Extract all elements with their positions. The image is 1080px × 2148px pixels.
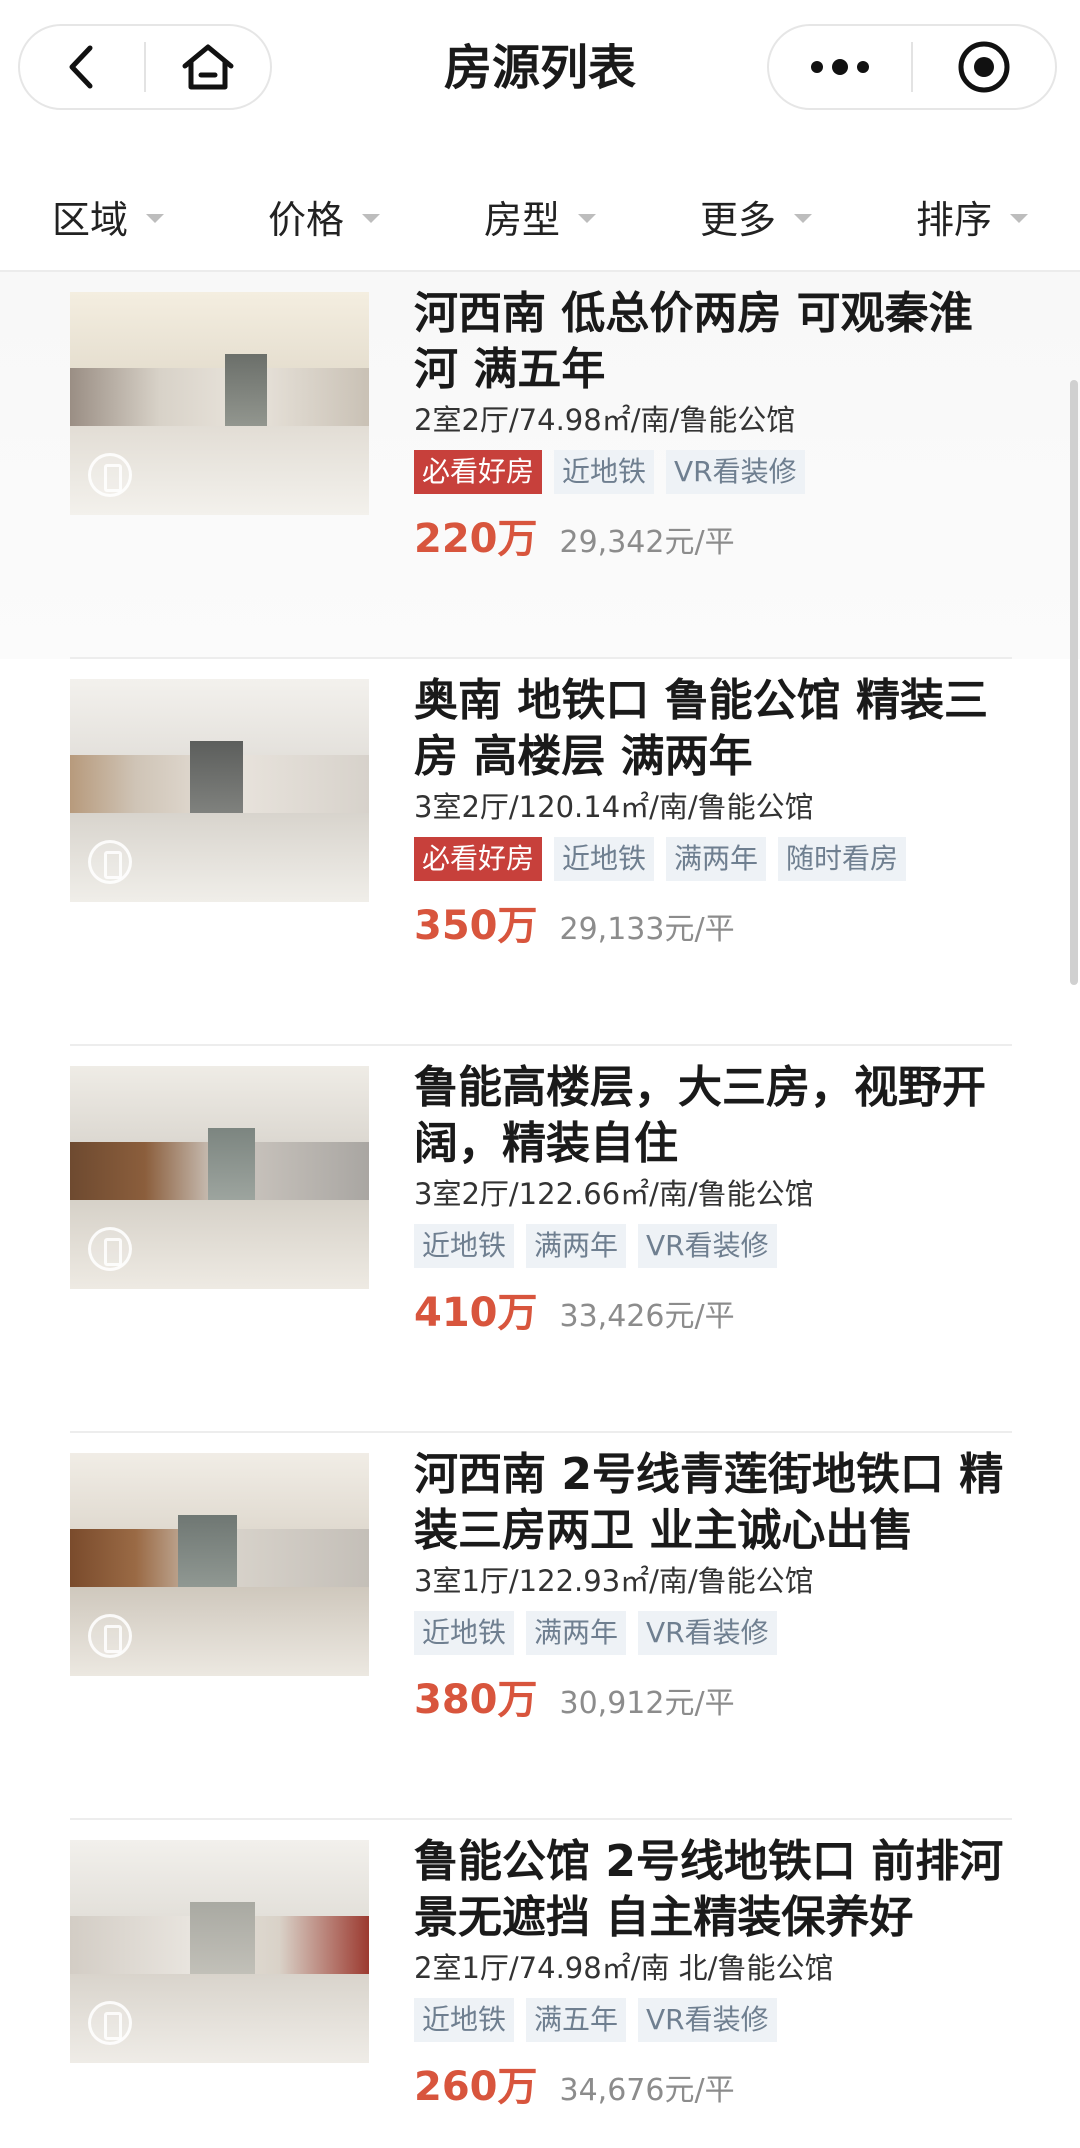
price-row: 260万 34,676元/平 xyxy=(414,2054,1014,2112)
caret-down-icon xyxy=(578,213,596,223)
unit-price: 34,676元/平 xyxy=(559,2073,735,2108)
tag-badge: 必看好房 xyxy=(414,450,543,494)
listing-tags: 近地铁 满五年 VR看装修 xyxy=(414,1998,1014,2044)
filter-label: 区域 xyxy=(51,197,128,242)
total-price: 220万 xyxy=(414,516,538,562)
unit-price: 29,342元/平 xyxy=(559,525,735,560)
filter-more[interactable]: 更多 xyxy=(648,162,864,270)
filter-area[interactable]: 区域 xyxy=(0,162,216,270)
listing-title: 鲁能公馆 2号线地铁口 前排河景无遮挡 自主精装保养好 xyxy=(414,1836,1004,1943)
filter-label: 价格 xyxy=(267,197,344,242)
home-icon xyxy=(182,44,234,90)
listing-photo xyxy=(70,1840,369,2063)
scrollbar[interactable] xyxy=(1070,380,1078,985)
caret-down-icon xyxy=(362,213,380,223)
tag-badge: 随时看房 xyxy=(778,837,907,881)
listing-item[interactable]: 鲁能公馆 2号线地铁口 前排河景无遮挡 自主精装保养好 2室1厅/74.98㎡/… xyxy=(0,1820,1080,2148)
panorama-icon xyxy=(88,840,132,884)
listing-tags: 近地铁 满两年 VR看装修 xyxy=(414,1224,1014,1270)
price-row: 350万 29,133元/平 xyxy=(414,893,1014,951)
tag-badge: 近地铁 xyxy=(414,1998,515,2042)
filter-label: 排序 xyxy=(915,197,992,242)
listing-tags: 近地铁 满两年 VR看装修 xyxy=(414,1611,1014,1657)
listing-meta: 2室2厅/74.98㎡/南/鲁能公馆 xyxy=(414,403,796,437)
listing-photo xyxy=(70,679,369,902)
home-button[interactable] xyxy=(146,26,270,108)
total-price: 260万 xyxy=(414,2064,538,2110)
listing-photo xyxy=(70,292,369,515)
filter-bar: 区域 价格 房型 更多 排序 xyxy=(0,162,1080,272)
listing-title: 河西南 低总价两房 可观秦淮河 满五年 xyxy=(414,288,973,395)
listing-info: 河西南 低总价两房 可观秦淮河 满五年 2室2厅/74.98㎡/南/鲁能公馆 必… xyxy=(414,286,1014,564)
target-circle-icon xyxy=(958,41,1010,93)
listing-list: 河西南 低总价两房 可观秦淮河 满五年 2室2厅/74.98㎡/南/鲁能公馆 必… xyxy=(0,272,1080,2148)
tag-badge: 满两年 xyxy=(526,1611,627,1655)
price-row: 220万 29,342元/平 xyxy=(414,506,1014,564)
tag-badge: 近地铁 xyxy=(414,1224,515,1268)
total-price: 380万 xyxy=(414,1677,538,1723)
tag-badge: VR看装修 xyxy=(638,1998,777,2042)
tag-badge: 近地铁 xyxy=(414,1611,515,1655)
tag-badge: 满五年 xyxy=(526,1998,627,2042)
filter-layout[interactable]: 房型 xyxy=(432,162,648,270)
price-row: 380万 30,912元/平 xyxy=(414,1667,1014,1725)
tag-badge: 近地铁 xyxy=(554,837,655,881)
listing-photo xyxy=(70,1453,369,1676)
listing-info: 鲁能高楼层，大三房，视野开阔，精装自住 3室2厅/122.66㎡/南/鲁能公馆 … xyxy=(414,1060,1014,1338)
more-dots-icon xyxy=(811,59,869,75)
tag-badge: 满两年 xyxy=(666,837,767,881)
listing-item[interactable]: 鲁能高楼层，大三房，视野开阔，精装自住 3室2厅/122.66㎡/南/鲁能公馆 … xyxy=(0,1046,1080,1433)
filter-label: 房型 xyxy=(483,197,560,242)
price-row: 410万 33,426元/平 xyxy=(414,1280,1014,1338)
listing-meta: 2室1厅/74.98㎡/南 北/鲁能公馆 xyxy=(414,1951,834,1985)
unit-price: 30,912元/平 xyxy=(559,1686,735,1721)
unit-price: 29,133元/平 xyxy=(559,912,735,947)
caret-down-icon xyxy=(1010,213,1028,223)
listing-info: 河西南 2号线青莲街地铁口 精装三房两卫 业主诚心出售 3室1厅/122.93㎡… xyxy=(414,1447,1014,1725)
listing-meta: 3室1厅/122.93㎡/南/鲁能公馆 xyxy=(414,1564,814,1598)
listing-item[interactable]: 河西南 低总价两房 可观秦淮河 满五年 2室2厅/74.98㎡/南/鲁能公馆 必… xyxy=(0,272,1080,659)
total-price: 350万 xyxy=(414,903,538,949)
listing-item[interactable]: 奥南 地铁口 鲁能公馆 精装三房 高楼层 满两年 3室2厅/120.14㎡/南/… xyxy=(0,659,1080,1046)
tag-badge: 近地铁 xyxy=(554,450,655,494)
panorama-icon xyxy=(88,1227,132,1271)
tag-badge: 必看好房 xyxy=(414,837,543,881)
caret-down-icon xyxy=(146,213,164,223)
tag-badge: VR看装修 xyxy=(638,1611,777,1655)
close-button[interactable] xyxy=(913,26,1055,108)
tag-badge: VR看装修 xyxy=(666,450,805,494)
top-bar: 房源列表 xyxy=(0,0,1080,140)
listing-photo xyxy=(70,1066,369,1289)
total-price: 410万 xyxy=(414,1290,538,1336)
listing-info: 奥南 地铁口 鲁能公馆 精装三房 高楼层 满两年 3室2厅/120.14㎡/南/… xyxy=(414,673,1014,951)
listing-title: 河西南 2号线青莲街地铁口 精装三房两卫 业主诚心出售 xyxy=(414,1449,1004,1556)
listing-meta: 3室2厅/122.66㎡/南/鲁能公馆 xyxy=(414,1177,814,1211)
panorama-icon xyxy=(88,1614,132,1658)
listing-item[interactable]: 河西南 2号线青莲街地铁口 精装三房两卫 业主诚心出售 3室1厅/122.93㎡… xyxy=(0,1433,1080,1820)
caret-down-icon xyxy=(794,213,812,223)
filter-label: 更多 xyxy=(699,197,776,242)
listing-title: 奥南 地铁口 鲁能公馆 精装三房 高楼层 满两年 xyxy=(414,675,988,782)
tag-badge: 满两年 xyxy=(526,1224,627,1268)
chevron-left-icon xyxy=(69,45,93,89)
unit-price: 33,426元/平 xyxy=(559,1299,735,1334)
filter-price[interactable]: 价格 xyxy=(216,162,432,270)
listing-tags: 必看好房 近地铁 满两年 随时看房 xyxy=(414,837,1014,883)
more-button[interactable] xyxy=(769,26,911,108)
listing-meta: 3室2厅/120.14㎡/南/鲁能公馆 xyxy=(414,790,814,824)
mini-program-capsule xyxy=(767,24,1057,110)
tag-badge: VR看装修 xyxy=(638,1224,777,1268)
panorama-icon xyxy=(88,2001,132,2045)
page-title: 房源列表 xyxy=(443,40,636,96)
listing-tags: 必看好房 近地铁 VR看装修 xyxy=(414,450,1014,496)
listing-title: 鲁能高楼层，大三房，视野开阔，精装自住 xyxy=(414,1062,986,1169)
back-button[interactable] xyxy=(20,26,144,108)
filter-sort[interactable]: 排序 xyxy=(864,162,1080,270)
listing-info: 鲁能公馆 2号线地铁口 前排河景无遮挡 自主精装保养好 2室1厅/74.98㎡/… xyxy=(414,1834,1014,2112)
nav-capsule xyxy=(18,24,272,110)
panorama-icon xyxy=(88,453,132,497)
